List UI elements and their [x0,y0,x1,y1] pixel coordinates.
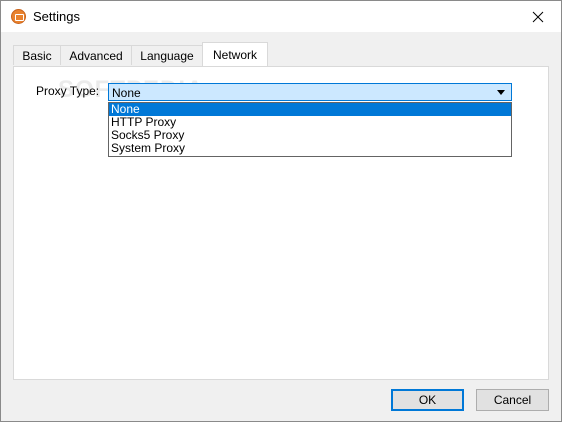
title-bar[interactable]: Settings [1,1,561,32]
tab-label: Advanced [69,48,123,63]
ok-button-label: OK [418,393,437,407]
tab-network[interactable]: Network [202,42,268,66]
settings-window: Settings Basic Advanced Language Network… [0,0,562,422]
window-title: Settings [33,9,80,24]
tab-label: Basic [22,48,52,63]
close-button[interactable] [515,1,561,32]
close-icon [532,11,544,22]
proxy-type-label: Proxy Type: [36,84,100,98]
ok-button[interactable]: OK [391,389,464,411]
proxy-option-system[interactable]: System Proxy [109,142,511,155]
tab-advanced[interactable]: Advanced [60,45,132,65]
proxy-type-value: None [112,86,141,100]
tab-language[interactable]: Language [131,45,203,65]
tab-label: Network [212,47,257,62]
app-icon [11,9,26,24]
chevron-down-icon[interactable] [497,90,505,95]
tab-label: Language [140,48,194,63]
network-panel: SOFTPEDIA Proxy Type: None None HTTP Pro… [13,66,549,380]
cancel-button-label: Cancel [493,393,532,407]
proxy-type-dropdown-list: None HTTP Proxy Socks5 Proxy System Prox… [108,102,512,157]
cancel-button[interactable]: Cancel [476,389,549,411]
tab-basic[interactable]: Basic [13,45,61,65]
proxy-type-combobox[interactable]: None [108,83,512,101]
